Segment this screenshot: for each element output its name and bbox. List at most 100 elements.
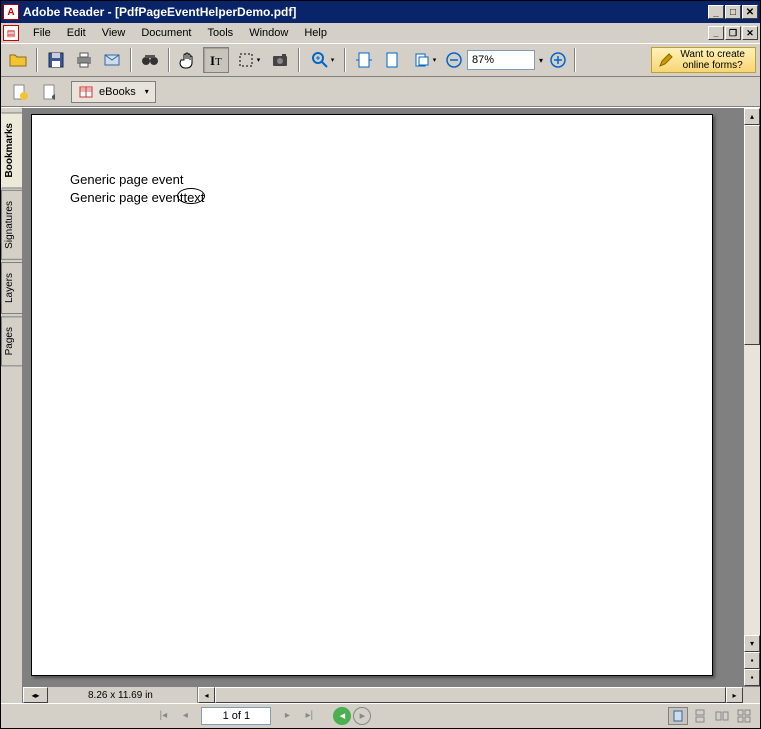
page-number-input[interactable] [201,707,271,725]
scroll-down-button[interactable]: ▾ [744,635,760,652]
select-text-tool-button[interactable]: IT [203,47,229,73]
text-cursor-icon: IT [206,50,226,70]
scroll-right-button[interactable]: ▸ [726,687,743,703]
zoom-in-button[interactable] [547,49,569,71]
vertical-scroll-thumb[interactable] [744,125,760,345]
doc-text-line: Generic page event [70,171,712,189]
horizontal-scroll-row: ◂▸ 8.26 x 11.69 in ◂ ▸ [23,686,760,703]
sidebar-tab-bookmarks[interactable]: Bookmarks [1,112,22,188]
page-rotate-icon [412,50,432,70]
fit-width-button[interactable] [351,47,377,73]
envelope-icon [102,50,122,70]
history-forward-button[interactable]: ▸ [353,707,371,725]
binoculars-icon [140,50,160,70]
snapshot-tool-button[interactable] [267,47,293,73]
camera-icon [270,50,290,70]
svg-text:T: T [215,56,222,68]
menu-window[interactable]: Window [241,25,296,41]
fit-page-icon [382,50,402,70]
forms-promo-line2: online forms? [680,60,745,71]
title-bar: A Adobe Reader - [PdfPageEventHelperDemo… [1,1,760,23]
zoom-in-tool-button[interactable] [305,47,339,73]
content-area: Bookmarks Signatures Layers Pages Generi… [1,107,760,703]
document-speaker-icon [40,82,60,102]
review-button[interactable] [7,79,33,105]
print-button[interactable] [71,47,97,73]
menu-edit[interactable]: Edit [59,25,94,41]
rotate-view-button[interactable] [407,47,441,73]
mdi-minimize-button[interactable]: _ [708,26,724,40]
minus-circle-icon [444,50,464,70]
pdf-page[interactable]: Generic page event Generic page eventtex… [31,114,713,676]
magnifier-plus-icon [310,50,330,70]
select-tool-dropdown[interactable] [231,47,265,73]
chevron-down-icon: ▾ [145,87,149,96]
continuous-facing-view-button[interactable] [734,707,754,725]
minimize-button[interactable]: _ [708,5,724,19]
search-button[interactable] [137,47,163,73]
history-back-button[interactable]: ◂ [333,707,351,725]
main-toolbar: IT ▾ Want to create online forms? [1,43,760,77]
menu-tools[interactable]: Tools [200,25,242,41]
page-view-group [668,707,754,725]
close-button[interactable]: ✕ [742,5,758,19]
hand-tool-button[interactable] [175,47,201,73]
single-page-icon [671,709,685,723]
continuous-facing-icon [737,709,751,723]
scroll-page-up-button[interactable]: ▪ [744,652,760,669]
secondary-toolbar: eBooks ▾ [1,77,760,107]
ebooks-label: eBooks [99,86,136,98]
fit-page-button[interactable] [379,47,405,73]
mdi-restore-button[interactable]: ❐ [725,26,741,40]
floppy-icon [46,50,66,70]
menu-view[interactable]: View [94,25,134,41]
sidebar-tab-pages[interactable]: Pages [1,316,22,366]
folder-open-icon [8,50,28,70]
page-size-indicator: 8.26 x 11.69 in [48,687,198,703]
reading-button[interactable] [37,79,63,105]
sidebar-tab-layers[interactable]: Layers [1,262,22,314]
zoom-out-button[interactable] [443,49,465,71]
hand-icon [178,50,198,70]
document-note-icon [10,82,30,102]
email-button[interactable] [99,47,125,73]
scroll-left-button[interactable]: ◂ [198,687,215,703]
menu-file[interactable]: File [25,25,59,41]
next-page-button[interactable]: ▸ [277,707,297,725]
ebooks-button[interactable]: eBooks ▾ [71,81,156,103]
save-button[interactable] [43,47,69,73]
maximize-button[interactable]: □ [725,5,741,19]
facing-view-button[interactable] [712,707,732,725]
document-viewport: Generic page event Generic page eventtex… [23,108,760,703]
doc-icon: ▤ [3,25,19,41]
horizontal-scroll-thumb[interactable] [215,687,726,703]
marquee-icon [236,50,256,70]
vertical-scrollbar[interactable]: ▴ ▾ ▪ ▪ [743,108,760,686]
single-page-view-button[interactable] [668,707,688,725]
zoom-input[interactable] [467,50,535,70]
prev-page-button[interactable]: ◂ [175,707,195,725]
size-toggle-button[interactable]: ◂▸ [23,687,48,703]
ebook-icon [78,84,94,100]
scroll-up-button[interactable]: ▴ [744,108,760,125]
menu-document[interactable]: Document [133,25,199,41]
sidebar-tab-signatures[interactable]: Signatures [1,190,22,260]
menu-help[interactable]: Help [296,25,335,41]
facing-icon [715,709,729,723]
mdi-close-button[interactable]: ✕ [742,26,758,40]
scroll-page-down-button[interactable]: ▪ [744,669,760,686]
forms-promo-line1: Want to create [680,49,745,60]
last-page-button[interactable]: ▸| [299,707,319,725]
continuous-view-button[interactable] [690,707,710,725]
page-nav-group: |◂ ◂ ▸ ▸| ◂ ▸ [153,707,371,725]
create-forms-promo-button[interactable]: Want to create online forms? [651,47,756,73]
window-title: Adobe Reader - [PdfPageEventHelperDemo.p… [23,5,708,19]
app-icon: A [3,4,19,20]
pencil-icon [658,52,674,68]
first-page-button[interactable]: |◂ [153,707,173,725]
continuous-icon [693,709,707,723]
sidebar-tabs: Bookmarks Signatures Layers Pages [1,108,23,703]
open-button[interactable] [5,47,31,73]
menu-bar: ▤ File Edit View Document Tools Window H… [1,23,760,43]
zoom-dropdown-arrow[interactable]: ▾ [539,56,543,65]
